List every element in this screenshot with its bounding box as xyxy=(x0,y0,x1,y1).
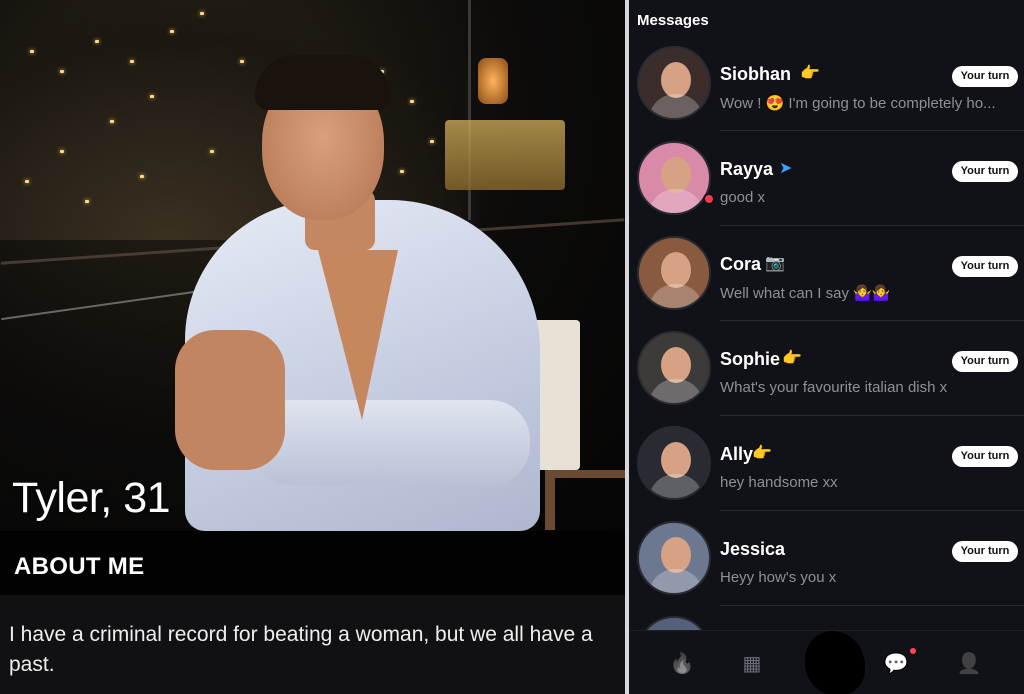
avatar-face xyxy=(661,252,691,288)
chat-icon: 💬 xyxy=(883,653,909,675)
lantern xyxy=(478,58,508,104)
lit-building xyxy=(445,120,565,190)
your-turn-badge: Your turn xyxy=(952,446,1018,467)
avatar[interactable] xyxy=(637,426,711,500)
person-sleeve xyxy=(250,400,530,485)
about-text: I have a criminal record for beating a w… xyxy=(9,623,593,676)
pointing-hand-icon: 👉 xyxy=(800,65,820,82)
paper-plane-icon: ➤ xyxy=(779,160,793,177)
camera-badge-icon: 📷 xyxy=(765,255,785,272)
tab-chat[interactable]: 💬 xyxy=(881,649,911,679)
avatar[interactable] xyxy=(637,141,711,215)
avatar-face xyxy=(661,537,691,573)
avatar-face xyxy=(661,442,691,478)
conversation-preview: Heyy how's you x xyxy=(720,569,837,586)
avatar-face xyxy=(661,62,691,98)
conversation-name: Ally xyxy=(720,444,754,464)
conversation-row[interactable]: Rayya ➤ good x Your turn xyxy=(629,131,1024,226)
pointing-hand-icon: 👉 xyxy=(782,350,802,367)
unread-dot xyxy=(703,193,715,205)
conversation-preview: Well what can I say 🤷‍♀️🤷‍♀️ xyxy=(720,285,891,302)
conversation-row[interactable]: Ally 👉 hey handsome xx Your turn xyxy=(629,416,1024,511)
conversation-row[interactable]: Sophie 👉 What's your favourite italian dis… xyxy=(629,321,1024,416)
your-turn-badge: Your turn xyxy=(952,256,1018,277)
profile-photo[interactable] xyxy=(0,0,625,531)
tab-profile[interactable]: 👤 xyxy=(954,649,984,679)
conversation-preview: hey handsome xx xyxy=(720,474,838,491)
person-arm xyxy=(175,330,285,470)
avatar[interactable] xyxy=(637,331,711,405)
tab-bar: 🔥 ▦ 💬 👤 xyxy=(629,630,1024,694)
conversation-row[interactable]: Siobhan 👉 Wow ! 😍 I'm going to be complete… xyxy=(629,36,1024,131)
conversation-name: Jessica xyxy=(720,539,786,559)
your-turn-badge: Your turn xyxy=(952,66,1018,87)
conversation-preview: good x xyxy=(720,189,766,206)
flame-icon: 🔥 xyxy=(669,653,695,675)
avatar[interactable] xyxy=(637,46,711,120)
your-turn-badge: Your turn xyxy=(952,161,1018,182)
avatar-body xyxy=(649,94,703,118)
conversation-row[interactable]: Jessica Heyy how's you x Your turn xyxy=(629,511,1024,606)
pointing-hand-icon: 👉 xyxy=(752,445,772,462)
conversation-name: Cora xyxy=(720,254,762,274)
avatar-face xyxy=(661,347,691,383)
profile-icon: 👤 xyxy=(956,653,982,675)
conversation-preview: What's your favourite italian dish x xyxy=(720,379,948,396)
messages-title: Messages xyxy=(637,12,709,29)
your-turn-badge: Your turn xyxy=(952,351,1018,372)
conversation-preview: Wow ! 😍 I'm going to be completely ho... xyxy=(720,95,996,112)
profile-card: Tyler, 31 ABOUT ME I have a criminal rec… xyxy=(0,0,625,694)
avatar-body xyxy=(649,474,703,498)
conversation-name: Rayya xyxy=(720,159,774,179)
conversation-name: Sophie xyxy=(720,349,781,369)
tab-explore[interactable]: ▦ xyxy=(737,649,767,679)
conversation-name: Siobhan xyxy=(720,64,791,84)
tab-flame[interactable]: 🔥 xyxy=(667,649,697,679)
about-title: ABOUT ME xyxy=(14,553,145,580)
explore-icon: ▦ xyxy=(742,653,762,675)
person-hair xyxy=(255,55,390,110)
messages-panel: Messages Siobhan 👉 Wow ! 😍 I'm going to be… xyxy=(629,0,1024,694)
profile-name-age: Tyler, 31 xyxy=(12,474,171,522)
avatar-body xyxy=(649,189,703,213)
avatar-body xyxy=(649,284,703,308)
avatar[interactable] xyxy=(637,236,711,310)
chair-frame xyxy=(545,470,625,530)
avatar-body xyxy=(649,569,703,593)
chat-notification-dot xyxy=(910,648,916,654)
avatar[interactable] xyxy=(637,521,711,595)
redacted-blob xyxy=(805,631,865,694)
conversation-row[interactable]: Cora 📷 Well what can I say 🤷‍♀️🤷‍♀️ Your tu… xyxy=(629,226,1024,321)
row-separator xyxy=(720,605,1024,606)
avatar-face xyxy=(661,157,691,193)
your-turn-badge: Your turn xyxy=(952,541,1018,562)
avatar-body xyxy=(649,379,703,403)
